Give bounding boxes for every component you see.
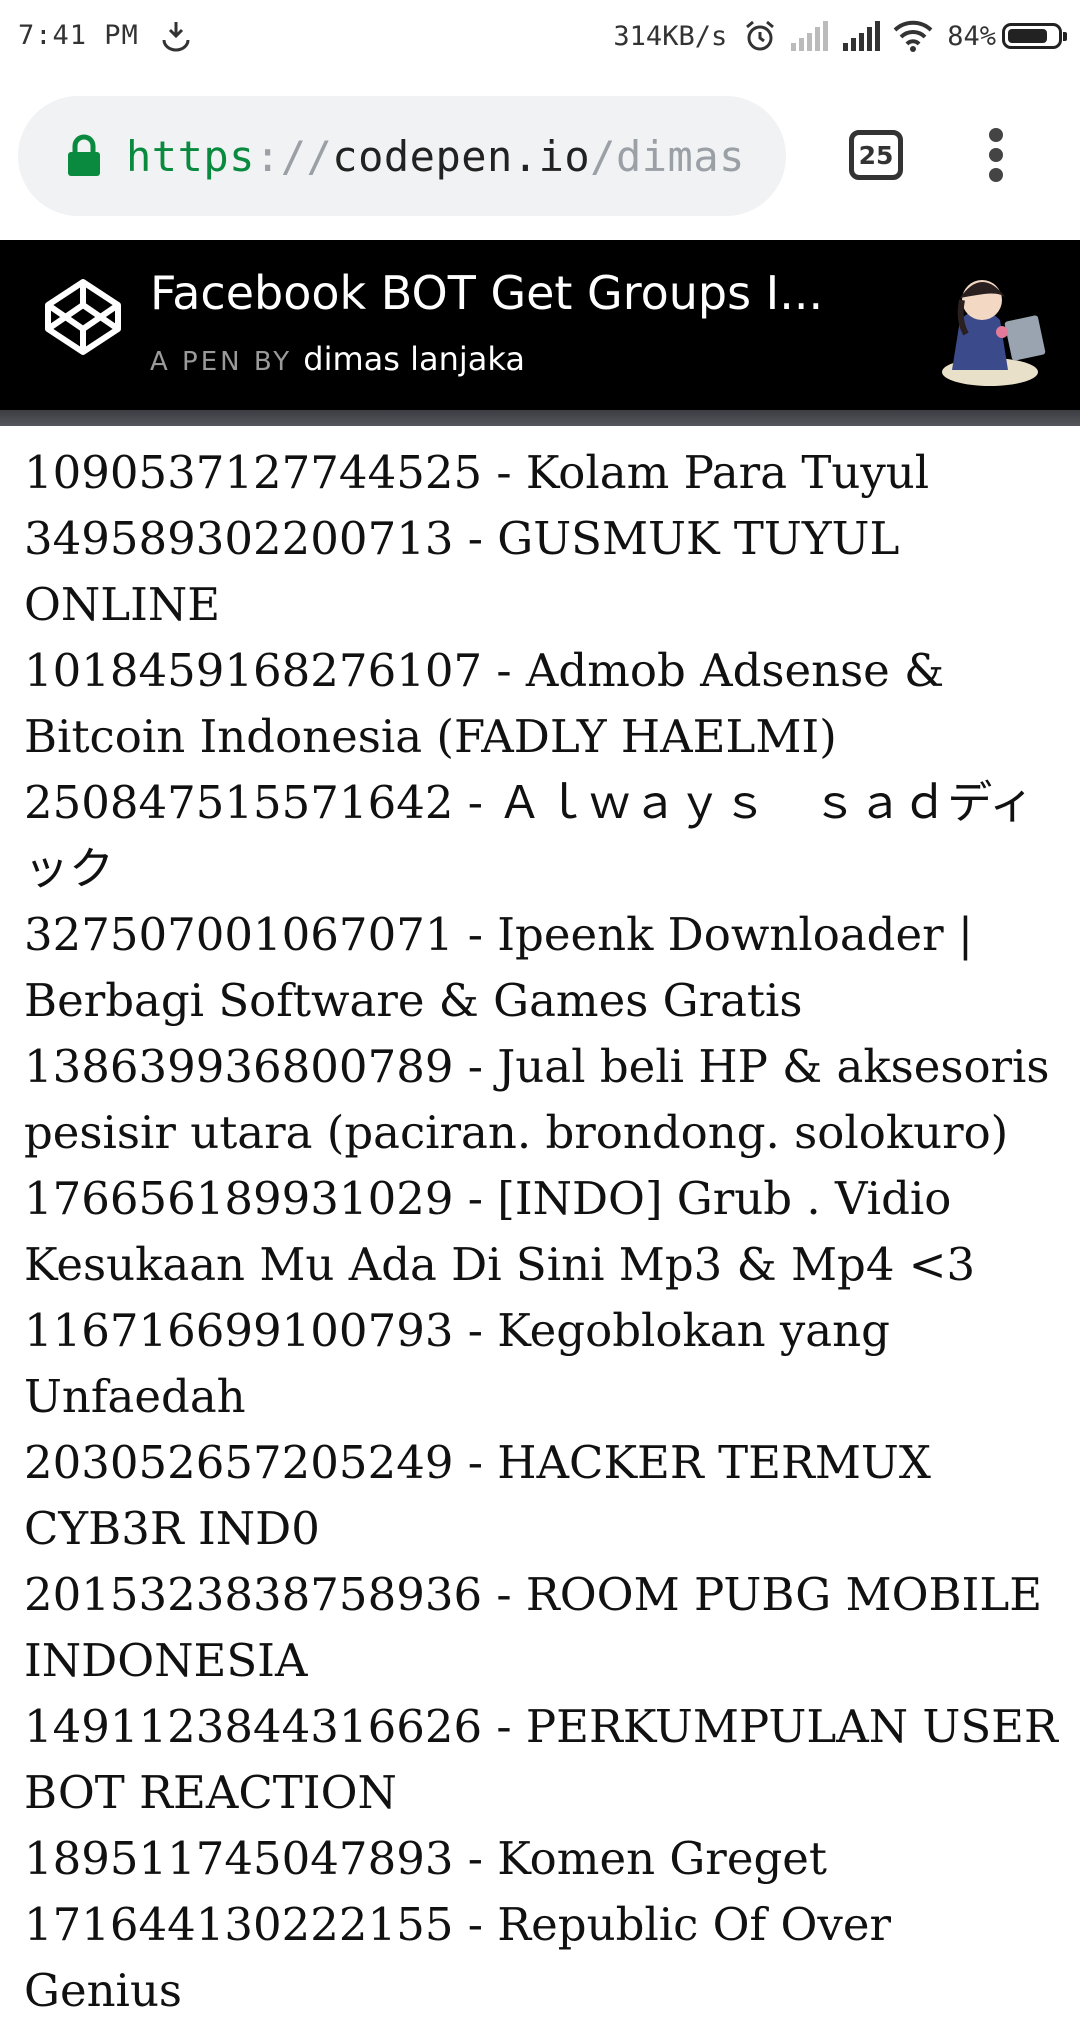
url-text: https://codepen.io/dimas	[126, 131, 745, 181]
codepen-logo-icon[interactable]	[42, 276, 124, 358]
pen-header: Facebook BOT Get Groups I... A PEN BY di…	[0, 240, 1080, 410]
network-speed: 314KB/s	[613, 20, 728, 52]
group-line: 1018459168276107 - Admob Adsense & Bitco…	[24, 644, 945, 763]
address-bar[interactable]: https://codepen.io/dimas	[18, 96, 786, 216]
header-divider	[0, 410, 1080, 426]
pen-author[interactable]: dimas lanjaka	[303, 340, 525, 378]
group-line: 116716699100793 - Kegoblokan yang Unfaed…	[24, 1304, 890, 1423]
group-line: 327507001067071 - Ipeenk Downloader | Be…	[24, 908, 974, 1027]
browser-toolbar: https://codepen.io/dimas 25	[0, 74, 1080, 240]
battery-percent: 84%	[947, 20, 996, 52]
battery-icon	[1002, 23, 1067, 49]
pen-title[interactable]: Facebook BOT Get Groups I...	[150, 266, 823, 320]
overflow-menu-icon[interactable]	[980, 128, 1012, 188]
group-line: 189511745047893 - Komen Greget	[24, 1832, 827, 1885]
group-line: 203052657205249 - HACKER TERMUX CYB3R IN…	[24, 1436, 931, 1555]
pen-by-label: A PEN BY	[150, 347, 293, 377]
status-time: 7:41 PM	[18, 20, 139, 51]
wifi-icon	[893, 20, 933, 52]
author-avatar[interactable]	[930, 260, 1060, 390]
download-icon	[162, 22, 190, 52]
group-line: 349589302200713 - GUSMUK TUYUL ONLINE	[24, 512, 900, 631]
group-line: 171644130222155 - Republic Of Over Geniu…	[24, 1898, 891, 2017]
group-line: 138639936800789 - Jual beli HP & aksesor…	[24, 1040, 1050, 1159]
signal-strong-icon	[843, 21, 881, 51]
pen-author-line: A PEN BY dimas lanjaka	[150, 340, 525, 378]
tab-switcher-button[interactable]: 25	[849, 130, 903, 180]
group-line: 1090537127744525 - Kolam Para Tuyul	[24, 446, 930, 499]
groups-list: 1090537127744525 - Kolam Para Tuyul 34958…	[24, 440, 1060, 2024]
group-line: 176656189931029 - [INDO] Grub . Vidio Ke…	[24, 1172, 976, 1291]
signal-weak-icon	[791, 21, 829, 51]
group-line: 2015323838758936 - ROOM PUBG MOBILE INDO…	[24, 1568, 1043, 1687]
group-line: 1491123844316626 - PERKUMPULAN USER BOT …	[24, 1700, 1058, 1819]
lock-icon	[68, 134, 100, 176]
alarm-icon	[746, 20, 775, 51]
group-line: 250847515571642 - Ａｌｗａｙｓ ｓａｄディック	[24, 776, 1035, 895]
status-bar: 7:41 PM 314KB/s 84%	[0, 0, 1080, 74]
